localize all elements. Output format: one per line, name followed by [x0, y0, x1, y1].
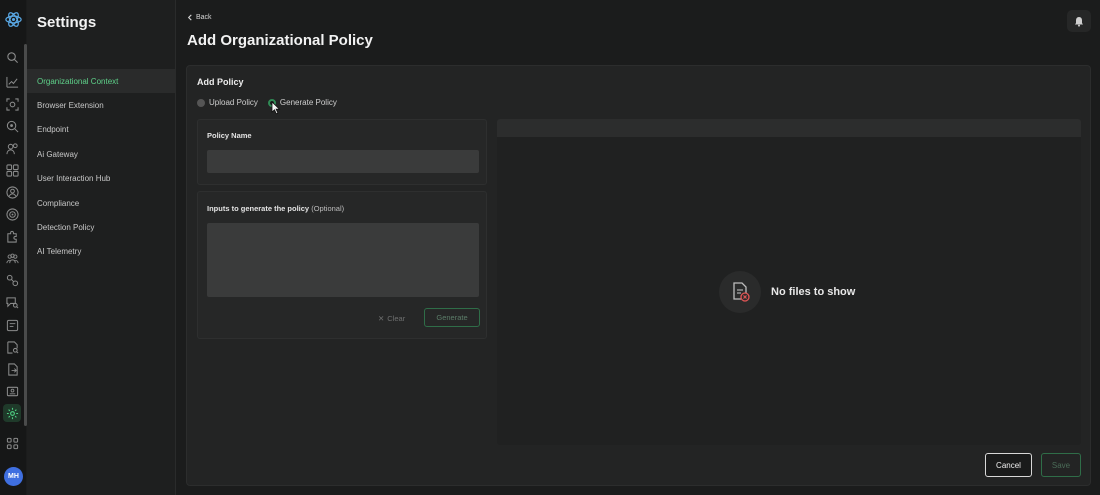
radio-upload-dot[interactable]: [197, 98, 205, 107]
sidebar-item-endpoint[interactable]: Endpoint: [27, 117, 176, 141]
add-policy-card: Add Policy Upload Policy Generate Policy…: [186, 65, 1091, 486]
policy-inputs-optional: (Optional): [311, 204, 345, 213]
no-file-icon: [719, 271, 761, 313]
target-icon[interactable]: [5, 207, 19, 221]
notifications-button[interactable]: [1067, 10, 1091, 32]
scan-icon[interactable]: [5, 97, 19, 111]
empty-state-text: No files to show: [771, 286, 856, 298]
user-avatar[interactable]: MH: [4, 467, 23, 486]
sidebar-item-browser-extension[interactable]: Browser Extension: [27, 93, 176, 117]
file-export-icon[interactable]: [5, 362, 19, 376]
bell-icon: [1075, 16, 1083, 27]
policy-inputs-textarea[interactable]: [207, 223, 479, 297]
app-logo-icon[interactable]: [4, 10, 23, 29]
radio-upload-label: Upload Policy: [209, 98, 258, 107]
file-preview-pane: No files to show: [497, 119, 1081, 445]
puzzle-icon[interactable]: [5, 229, 19, 243]
preview-header-bar: [497, 119, 1081, 137]
page-title: Add Organizational Policy: [187, 32, 373, 49]
policy-name-panel: Policy Name: [197, 119, 487, 185]
search-icon[interactable]: [5, 50, 19, 64]
sidebar-item-ai-gateway[interactable]: Ai Gateway: [27, 142, 176, 166]
radio-generate-label: Generate Policy: [279, 98, 337, 107]
chat-search-icon[interactable]: [5, 295, 19, 309]
id-card-icon[interactable]: [5, 384, 19, 398]
icon-rail: MH: [0, 0, 26, 495]
launcher-grid-icon[interactable]: [5, 436, 19, 450]
generate-button[interactable]: Generate: [424, 308, 480, 327]
chevron-left-icon: [187, 14, 192, 21]
report-icon[interactable]: [5, 318, 19, 332]
policy-inputs-label-text: Inputs to generate the policy: [207, 204, 310, 213]
sidebar-item-compliance[interactable]: Compliance: [27, 191, 176, 215]
inspect-icon[interactable]: [5, 119, 19, 133]
card-title: Add Policy: [197, 77, 244, 87]
team-icon[interactable]: [5, 251, 19, 265]
analytics-icon[interactable]: [5, 75, 19, 89]
policy-name-input[interactable]: [207, 150, 479, 173]
close-icon: ✕: [378, 314, 385, 323]
sidebar-item-organizational-context[interactable]: Organizational Context: [27, 69, 176, 93]
clear-button[interactable]: ✕ Clear: [378, 314, 405, 323]
mouse-cursor-icon: [271, 101, 281, 115]
settings-sidebar: Settings Organizational Context Browser …: [27, 0, 176, 495]
back-label: Back: [196, 14, 212, 21]
save-button[interactable]: Save: [1041, 453, 1081, 477]
clear-label: Clear: [387, 314, 406, 323]
policy-inputs-panel: Inputs to generate the policy (Optional)…: [197, 191, 487, 339]
cancel-button[interactable]: Cancel: [985, 453, 1032, 477]
radio-upload-policy[interactable]: Upload Policy: [197, 98, 258, 107]
policy-inputs-label: Inputs to generate the policy (Optional): [207, 204, 344, 213]
empty-state: No files to show: [719, 271, 855, 313]
link-icon[interactable]: [5, 273, 19, 287]
users-icon[interactable]: [5, 141, 19, 155]
settings-title: Settings: [37, 14, 97, 31]
sidebar-item-user-interaction-hub[interactable]: User Interaction Hub: [27, 166, 176, 190]
sidebar-item-ai-telemetry[interactable]: AI Telemetry: [27, 239, 176, 263]
document-search-icon[interactable]: [5, 340, 19, 354]
back-link[interactable]: Back: [187, 14, 212, 21]
apps-grid-icon[interactable]: [5, 163, 19, 177]
policy-mode-radio-group: Upload Policy Generate Policy: [197, 98, 337, 107]
sidebar-item-detection-policy[interactable]: Detection Policy: [27, 215, 176, 239]
profile-icon[interactable]: [5, 185, 19, 199]
settings-icon[interactable]: [3, 404, 21, 422]
policy-name-label: Policy Name: [207, 131, 252, 140]
